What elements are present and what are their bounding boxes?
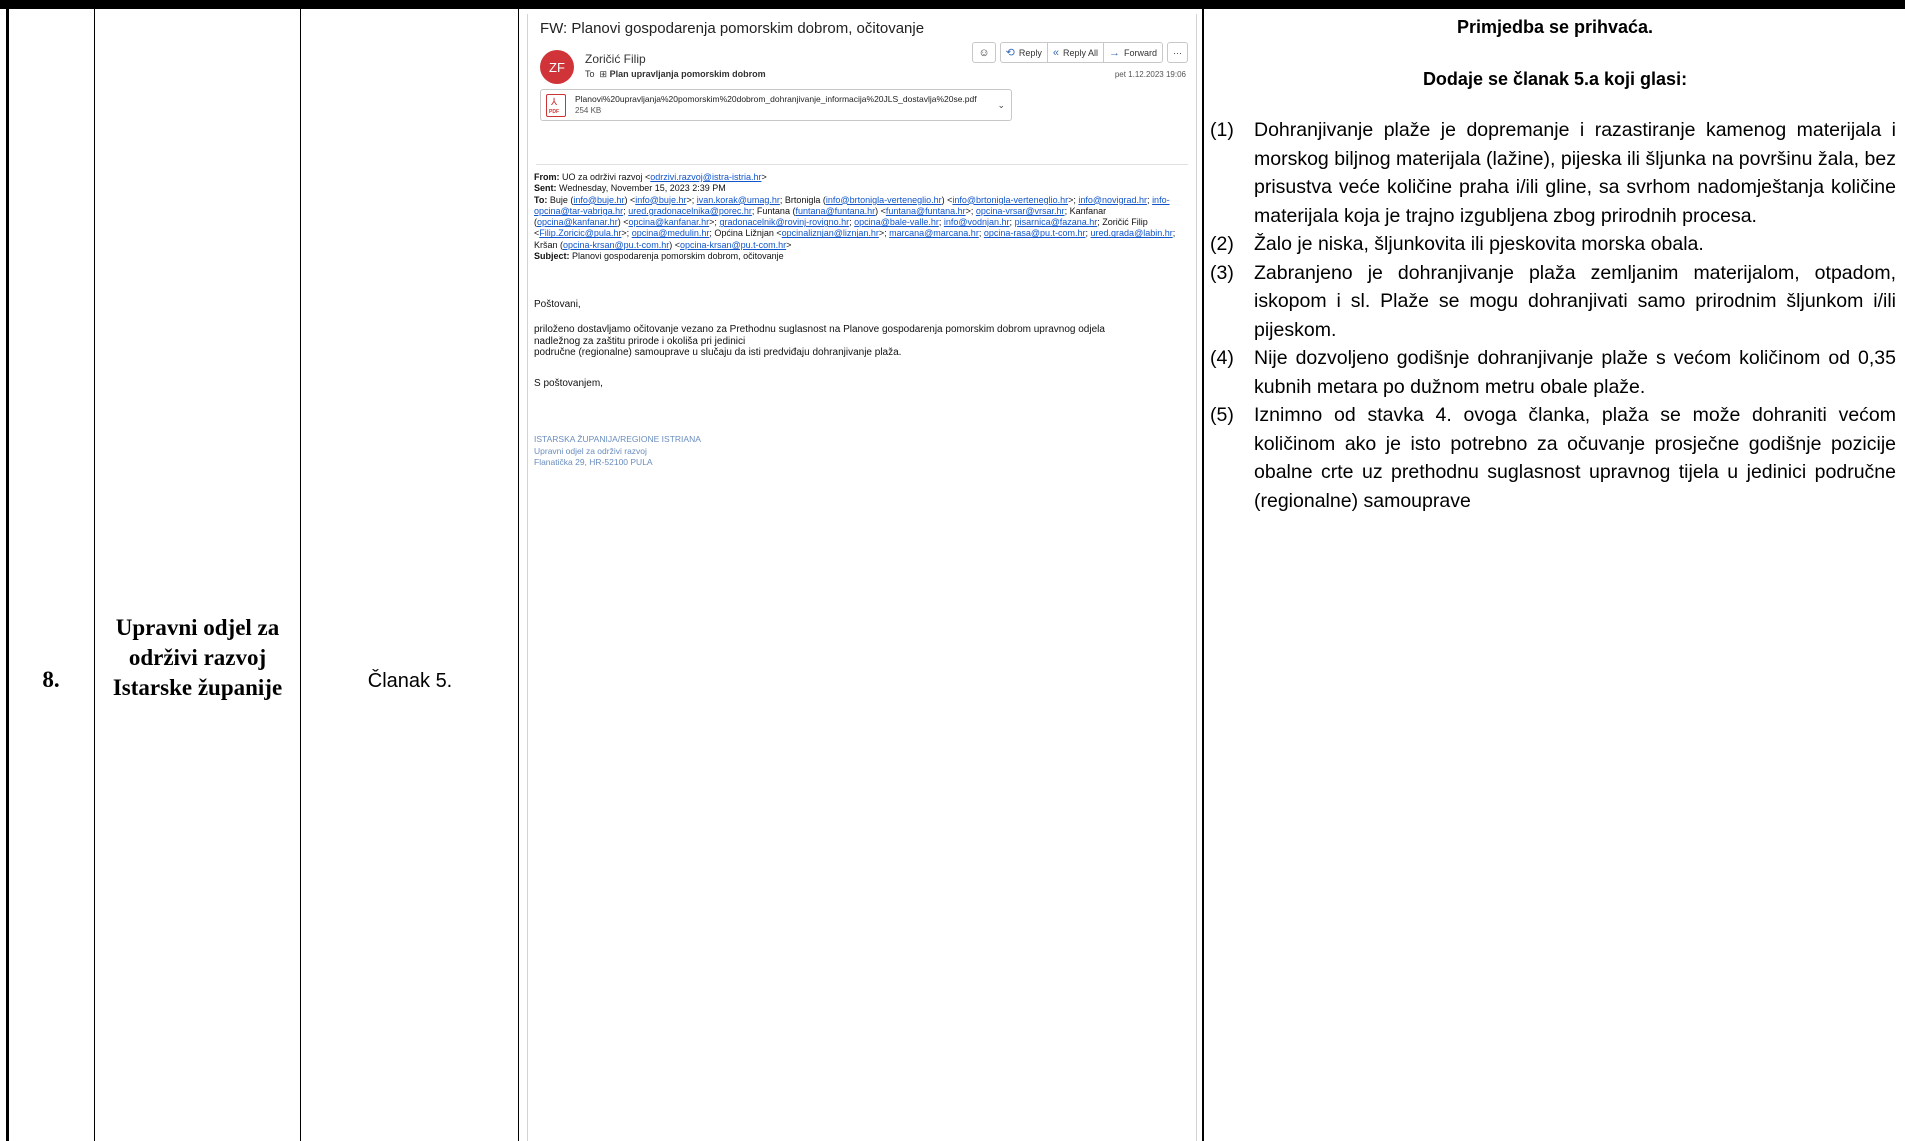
column-divider bbox=[518, 9, 519, 1141]
email-link[interactable]: Filip.Zoricic@pula.hr bbox=[539, 228, 621, 238]
email-link[interactable]: ivan.korak@umag.hr bbox=[697, 195, 780, 205]
smiley-icon: ☺ bbox=[978, 46, 990, 59]
email-link[interactable]: opcina-krsan@pu.t-com.hr bbox=[563, 240, 669, 250]
row-number: 8. bbox=[42, 667, 60, 692]
forward-button[interactable]: → Forward bbox=[1102, 43, 1162, 62]
reply-all-icon: « bbox=[1052, 46, 1059, 59]
email-link[interactable]: info@buje.hr bbox=[573, 195, 624, 205]
article-label: Članak 5. bbox=[367, 669, 453, 692]
divider bbox=[536, 164, 1188, 165]
email-link[interactable]: opcina@kanfanar.hr bbox=[628, 217, 709, 227]
reply-all-button[interactable]: « Reply All bbox=[1046, 43, 1103, 62]
sent-line: Sent: Wednesday, November 15, 2023 2:39 … bbox=[534, 183, 726, 194]
avatar: ZF bbox=[540, 50, 574, 84]
email-link[interactable]: pisarnica@fazana.hr bbox=[1015, 217, 1098, 227]
added-article-statement: Dodaje se članak 5.a koji glasi: bbox=[1422, 69, 1688, 89]
more-actions-button[interactable]: ··· bbox=[1167, 42, 1188, 63]
closing: S poštovanjem, bbox=[534, 378, 603, 389]
forward-icon: → bbox=[1108, 46, 1120, 59]
subject-line: Subject: Planovi gospodarenja pomorskim … bbox=[534, 251, 784, 262]
recipient-name[interactable]: Plan upravljanja pomorskim dobrom bbox=[610, 69, 766, 79]
email-link[interactable]: opcina@medulin.hr bbox=[632, 228, 710, 238]
email-link[interactable]: ured.grada@labin.hr bbox=[1091, 228, 1173, 238]
list-item: (1) Dohranjivanje plaže je dopremanje i r… bbox=[1210, 119, 1896, 227]
list-item: (2) Žalo je niska, šljunkovita ili pjesko… bbox=[1210, 233, 1704, 255]
group-icon: ⊞ bbox=[599, 69, 608, 79]
recipient-line: To ⊞ Plan upravljanja pomorskim dobrom bbox=[585, 69, 766, 79]
list-item: (4) Nije dozvoljeno godišnje dohranjivanj… bbox=[1210, 347, 1896, 398]
email-link[interactable]: opcina-rasa@pu.t-com.hr bbox=[984, 228, 1086, 238]
reply-button[interactable]: ⟲ Reply bbox=[1001, 43, 1047, 62]
attachment-name: Planovi%20upravljanja%20pomorskim%20dobr… bbox=[575, 94, 977, 104]
reply-button-group: ⟲ Reply « Reply All → Forward bbox=[999, 42, 1163, 63]
signature: ISTARSKA ŽUPANIJA/REGIONE ISTRIANA Uprav… bbox=[534, 434, 701, 467]
message-date: pet 1.12.2023 19:06 bbox=[1114, 70, 1186, 79]
email-link[interactable]: funtana@funtana.hr bbox=[886, 206, 966, 216]
from-line: From: UO za održivi razvoj <odrzivi.razv… bbox=[534, 172, 767, 182]
email-link[interactable]: opcina-vrsar@vrsar.hr bbox=[976, 206, 1065, 216]
greeting: Poštovani, bbox=[534, 299, 581, 310]
email-link[interactable]: opcina-krsan@pu.t-com.hr bbox=[680, 240, 786, 250]
accepted-statement: Primjedba se prihvaća. bbox=[1456, 17, 1654, 37]
email-link[interactable]: funtana@funtana.hr bbox=[795, 206, 875, 216]
email-link[interactable]: opcina@kanfanar.hr bbox=[537, 217, 618, 227]
email-link[interactable]: info@vodnjan.hr bbox=[944, 217, 1010, 227]
more-icon: ··· bbox=[1173, 47, 1182, 58]
list-item: (5) Iznimno od stavka 4. ovoga članka, pl… bbox=[1210, 404, 1896, 512]
email-link[interactable]: marcana@marcana.hr bbox=[889, 228, 979, 238]
reply-icon: ⟲ bbox=[1005, 47, 1015, 59]
message-actions: ☺ ⟲ Reply « Reply All → Forward ··· bbox=[972, 42, 1188, 63]
message-body: priloženo dostavljamo očitovanje vezano … bbox=[534, 324, 1105, 358]
reply-cell: Primjedba se prihvaća. Dodaje se članak … bbox=[1205, 9, 1905, 1141]
email-subject: FW: Planovi gospodarenja pomorskim dobro… bbox=[540, 20, 925, 37]
email-link[interactable]: info@brtonigla-verteneglio.hr bbox=[826, 195, 942, 205]
email-link[interactable]: info@brtonigla-verteneglio.hr bbox=[952, 195, 1068, 205]
email-screenshot: FW: Planovi gospodarenja pomorskim dobro… bbox=[527, 14, 1197, 1141]
to-recipients: To: Buje (info@buje.hr) <info@buje.hr>; … bbox=[534, 194, 1176, 250]
from-email-link[interactable]: odrzivi.razvoj@istra-istria.hr bbox=[650, 172, 761, 182]
article-cell: Članak 5. bbox=[302, 9, 518, 1141]
email-link[interactable]: info@novigrad.hr bbox=[1078, 195, 1147, 205]
attachment-size: 254 KB bbox=[575, 106, 602, 115]
column-divider bbox=[300, 9, 301, 1141]
row-number-cell: 8. bbox=[8, 9, 94, 1141]
emoji-button[interactable]: ☺ bbox=[972, 42, 996, 63]
pdf-icon: ⅄ PDF bbox=[546, 94, 566, 117]
email-link[interactable]: ured.gradonacelnika@porec.hr bbox=[628, 206, 752, 216]
forwarded-headers: From: UO za održivi razvoj <odrzivi.razv… bbox=[534, 172, 1189, 262]
email-link[interactable]: opcinaliznjan@liznjan.hr bbox=[782, 228, 879, 238]
column-divider bbox=[1202, 9, 1204, 1141]
article-paragraphs: (1) Dohranjivanje plaže je dopremanje i r… bbox=[1210, 116, 1900, 515]
authority-name: Upravni odjel za održivi razvoj Istarske… bbox=[112, 615, 283, 700]
table-top-border bbox=[0, 0, 1905, 9]
authority-cell: Upravni odjel za održivi razvoj Istarske… bbox=[95, 9, 300, 1141]
email-link[interactable]: info@buje.hr bbox=[635, 195, 686, 205]
email-link[interactable]: gradonacelnik@rovinj-rovigno.hr bbox=[719, 217, 849, 227]
attachment-card[interactable]: ⅄ PDF Planovi%20upravljanja%20pomorskim%2… bbox=[540, 89, 1012, 121]
sender-name[interactable]: Zoričić Filip bbox=[585, 52, 646, 66]
chevron-down-icon[interactable]: ⌄ bbox=[997, 100, 1005, 111]
list-item: (3) Zabranjeno je dohranjivanje plaža zem… bbox=[1210, 261, 1896, 341]
email-link[interactable]: opcina@bale-valle.hr bbox=[854, 217, 939, 227]
